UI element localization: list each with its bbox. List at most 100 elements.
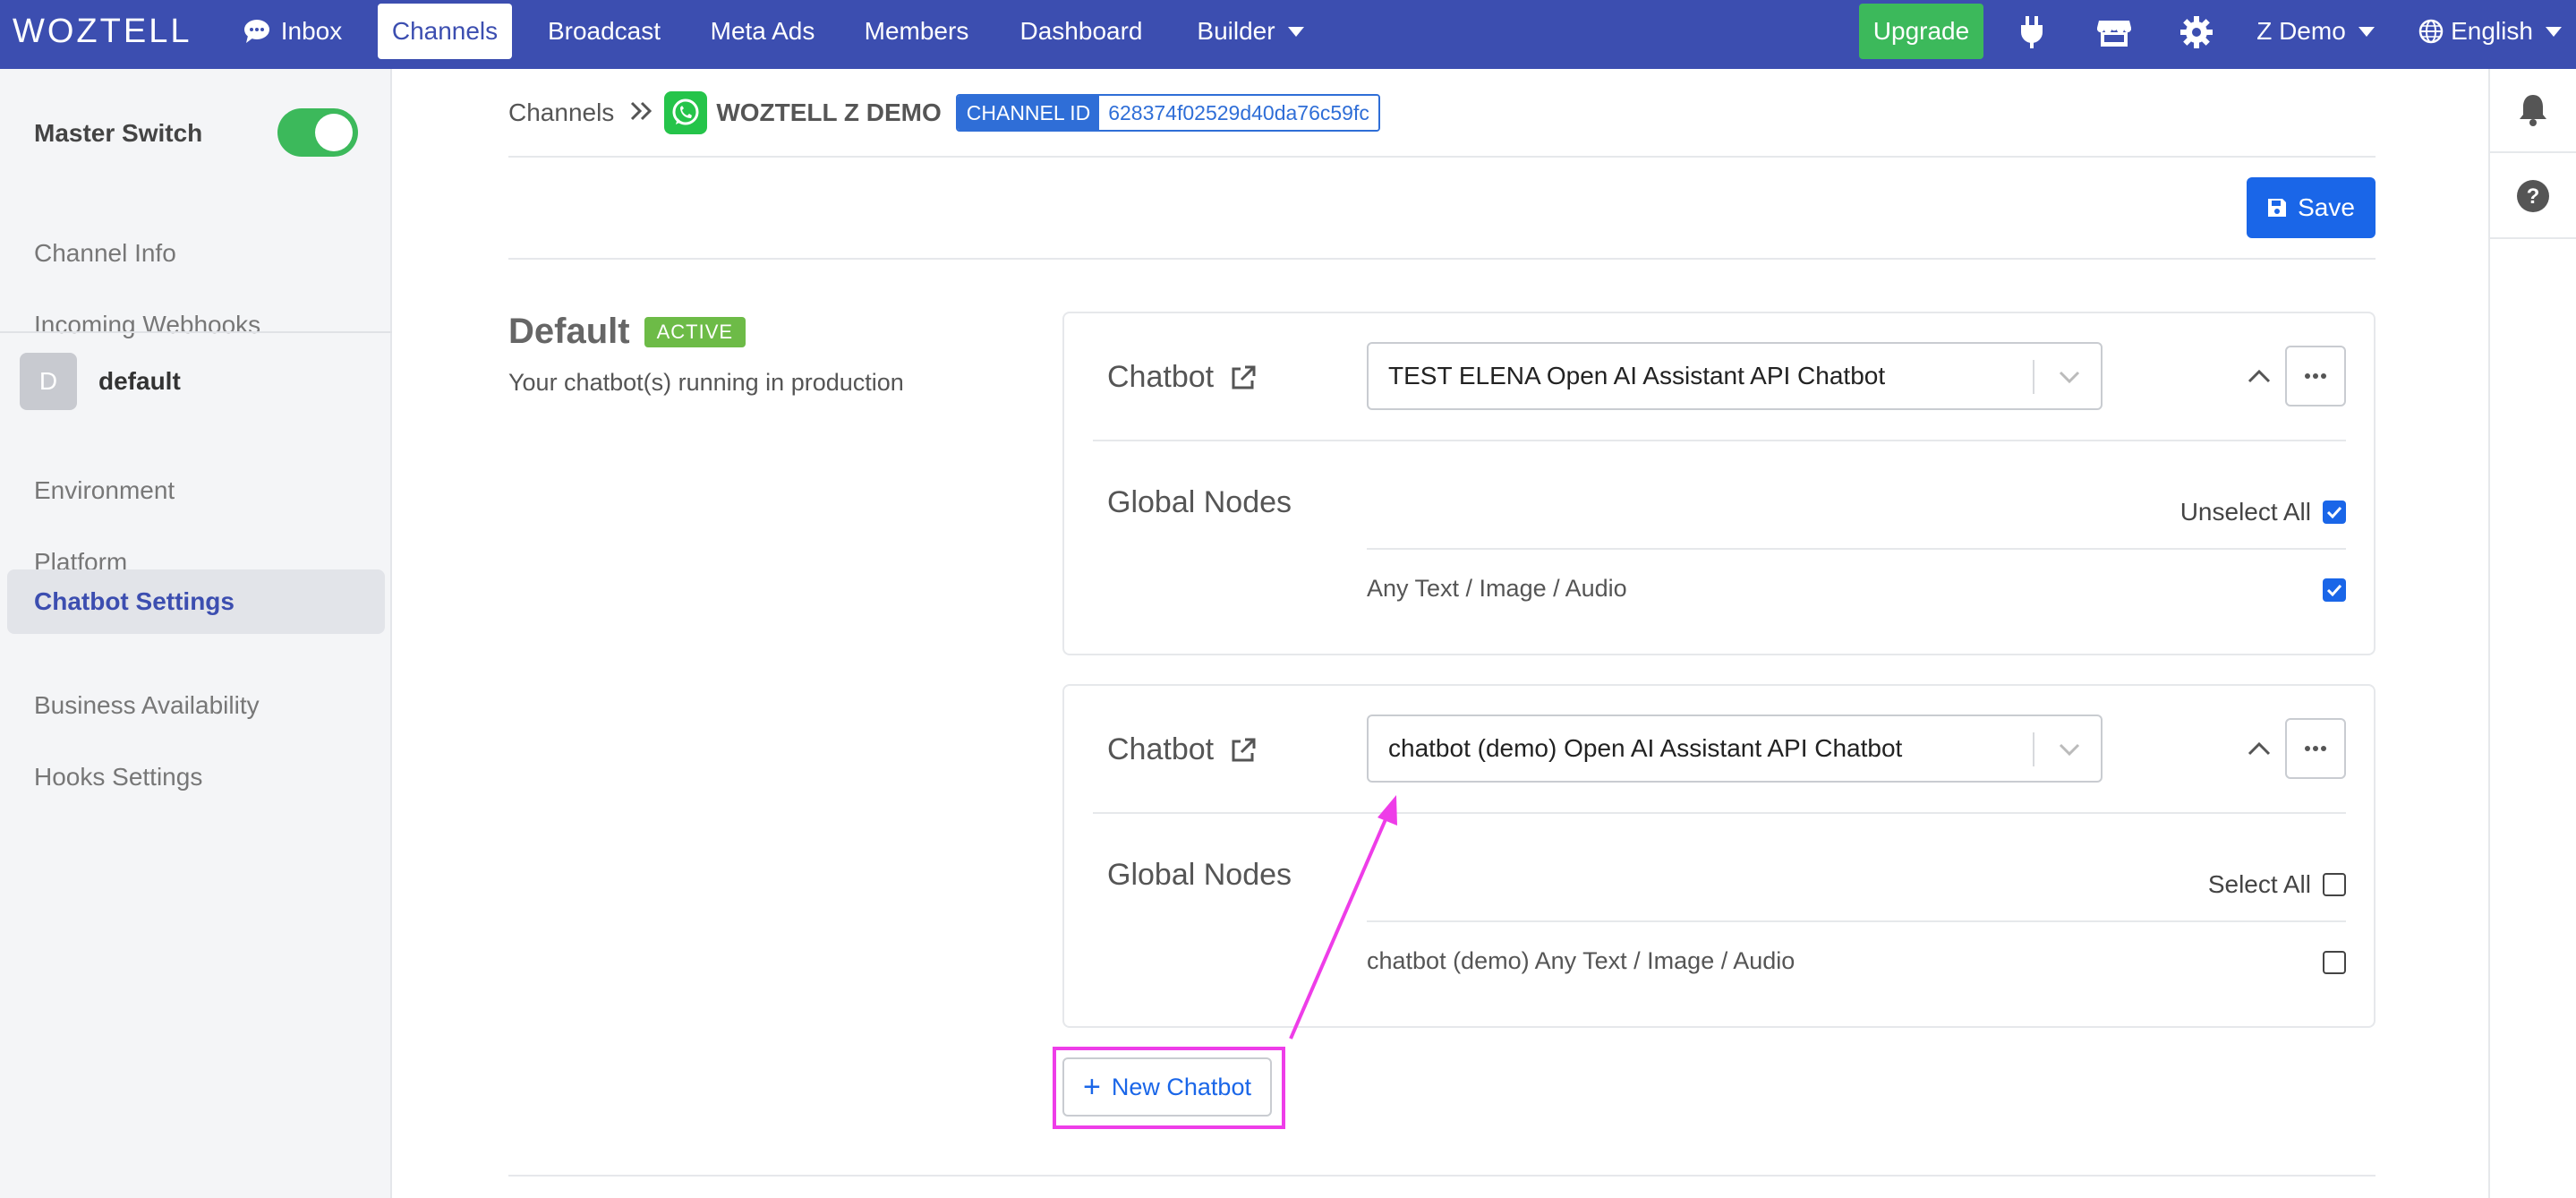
more-options-button[interactable] [2285,718,2346,779]
chatbot-label: Chatbot [1107,732,1257,767]
new-chatbot-label: New Chatbot [1111,1073,1251,1100]
caret-down-icon [2545,26,2562,37]
header-divider [508,156,2376,158]
notifications-button[interactable] [2490,69,2576,153]
select-separator [2033,732,2034,766]
caret-down-icon [2358,26,2375,37]
brand-logo[interactable]: WOZTELL [13,13,192,51]
collapse-button[interactable] [2241,358,2277,394]
card-divider [1093,812,2346,814]
svg-text:?: ? [2527,184,2540,209]
nav-builder-label: Builder [1197,17,1275,45]
save-button[interactable]: Save [2247,177,2376,238]
section-header: Default ACTIVE [508,312,746,352]
floppy-disk-icon [2268,199,2287,217]
chevron-up-icon [2248,741,2271,756]
select-all-checkbox[interactable] [2323,873,2346,896]
store-icon[interactable] [2094,13,2134,52]
node-label: chatbot (demo) Any Text / Image / Audio [1367,947,1796,974]
chatbot-select-value: TEST ELENA Open AI Assistant API Chatbot [1388,362,1886,389]
master-switch-toggle[interactable] [277,108,358,157]
nav-dashboard[interactable]: Dashboard [1006,4,1156,59]
nav-members[interactable]: Members [856,4,977,59]
chevron-down-icon [2059,371,2080,384]
whatsapp-icon [664,91,708,134]
channel-id-label: CHANNEL ID [957,96,1100,130]
save-button-label: Save [2298,193,2355,221]
check-icon [2326,584,2342,596]
plug-icon[interactable] [2012,13,2051,52]
section-description: Your chatbot(s) running in production [508,369,904,396]
footer-divider [508,1175,2376,1177]
globe-icon [2418,19,2444,44]
nav-builder[interactable]: Builder [1183,4,1318,59]
master-switch-label: Master Switch [34,119,203,147]
language-label: English [2451,17,2533,45]
chevron-down-icon [2059,743,2080,757]
collapse-button[interactable] [2241,731,2277,766]
sidebar-item-incoming-webhooks[interactable]: Incoming Webhooks [7,293,385,357]
unselect-all-checkbox[interactable] [2323,501,2346,524]
sidebar-divider [0,331,392,333]
user-menu-label: Z Demo [2256,17,2346,45]
sidebar-item-channel-info[interactable]: Channel Info [7,221,385,286]
node-divider [1367,548,2346,550]
double-chevron-icon [630,98,653,128]
chatbot-select[interactable]: chatbot (demo) Open AI Assistant API Cha… [1367,715,2103,783]
environment-avatar: D [20,353,77,410]
help-icon: ? [2517,180,2549,212]
select-all-label[interactable]: Select All [2208,870,2311,899]
chatbot-card: Chatbot chatbot (demo) Open AI Assistant… [1062,684,2376,1028]
language-menu[interactable]: English [2408,4,2572,59]
channel-id-value: 628374f02529d40da76c59fc [1099,96,1378,130]
master-switch-row: Master Switch [34,108,358,162]
user-menu[interactable]: Z Demo [2248,4,2383,59]
chatbot-label-text: Chatbot [1107,732,1215,766]
nav-broadcast[interactable]: Broadcast [535,4,673,59]
chatbot-select[interactable]: TEST ELENA Open AI Assistant API Chatbot [1367,342,2103,410]
top-navbar: WOZTELL Inbox Channels Broadcast Meta Ad… [0,0,2576,69]
chatbot-select-value: chatbot (demo) Open AI Assistant API Cha… [1388,734,1903,762]
sidebar-item-hooks-settings[interactable]: Hooks Settings [7,745,385,809]
plus-icon: + [1083,1070,1101,1104]
global-nodes-label: Global Nodes [1107,485,1292,519]
help-button[interactable]: ? [2490,155,2576,239]
nav-inbox[interactable]: Inbox [235,4,351,59]
sidebar-item-business-availability[interactable]: Business Availability [7,673,385,738]
nav-inbox-label: Inbox [280,17,343,45]
environment-header: D default [20,352,181,411]
external-link-icon[interactable] [1230,737,1257,764]
global-nodes-label: Global Nodes [1107,858,1292,892]
chatbot-label: Chatbot [1107,360,1257,395]
node-checkbox[interactable] [2323,578,2346,602]
toolbar-divider [508,258,2376,260]
gear-icon[interactable] [2177,13,2216,52]
chevron-up-icon [2248,369,2271,383]
chatbot-card: Chatbot TEST ELENA Open AI Assistant API… [1062,312,2376,655]
sidebar-item-chatbot-settings[interactable]: Chatbot Settings [7,569,385,634]
card-divider [1093,440,2346,441]
upgrade-button[interactable]: Upgrade [1859,4,1983,59]
check-icon [2326,506,2342,518]
node-checkbox[interactable] [2323,951,2346,974]
new-chatbot-button[interactable]: + New Chatbot [1062,1057,1272,1117]
utility-bar: ? [2488,69,2576,1198]
node-label: Any Text / Image / Audio [1367,575,1627,602]
nav-channels[interactable]: Channels [378,4,512,59]
unselect-all-label[interactable]: Unselect All [2180,498,2311,526]
sidebar-item-environment[interactable]: Environment [7,458,385,523]
sidebar: Master Switch Channel Info Incoming Webh… [0,69,392,1198]
chat-icon [243,20,269,43]
nav-meta-ads[interactable]: Meta Ads [698,4,827,59]
ellipsis-icon [2305,373,2326,379]
environment-name: default [98,367,181,395]
ellipsis-icon [2305,746,2326,751]
external-link-icon[interactable] [1230,364,1257,391]
caret-down-icon [1287,26,1304,37]
more-options-button[interactable] [2285,346,2346,406]
channel-id-badge: CHANNEL ID 628374f02529d40da76c59fc [955,94,1380,132]
select-separator [2033,360,2034,394]
breadcrumb-channels[interactable]: Channels [508,98,614,127]
bell-icon [2520,95,2546,126]
node-divider [1367,920,2346,922]
